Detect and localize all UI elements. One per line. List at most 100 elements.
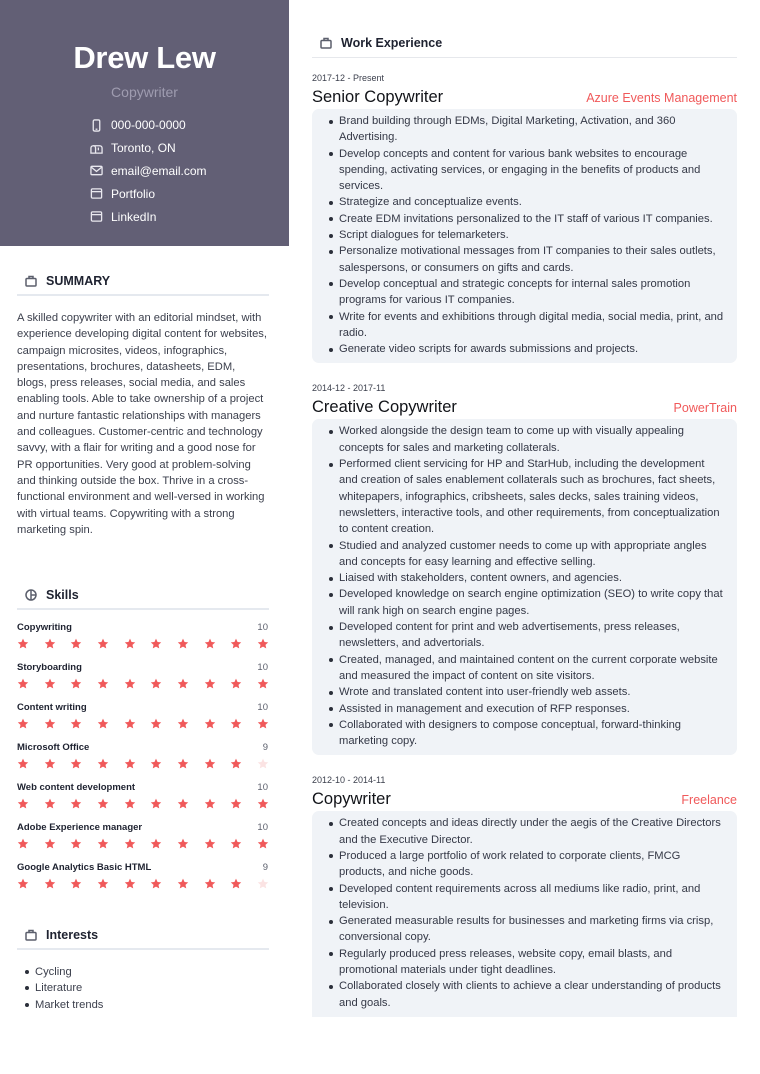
job-bullet: Generated measurable results for busines… xyxy=(329,913,725,946)
star-rating xyxy=(17,638,269,650)
skill-level: 10 xyxy=(257,782,268,793)
interest-item: Market trends xyxy=(25,997,269,1013)
star-filled-icon xyxy=(97,638,109,650)
job-bullet: Produced a large portfolio of work relat… xyxy=(329,848,725,881)
briefcase-icon xyxy=(25,929,37,941)
star-filled-icon xyxy=(230,678,242,690)
skills-section: Skills Copywriting 10 Storyboarding 10 Conte… xyxy=(0,582,289,902)
star-filled-icon xyxy=(17,678,29,690)
star-filled-icon xyxy=(70,798,82,810)
job-header: Creative Copywriter PowerTrain xyxy=(312,397,737,418)
star-filled-icon xyxy=(150,838,162,850)
job-bullets: Brand building through EDMs, Digital Mar… xyxy=(329,113,725,357)
skill-level: 9 xyxy=(262,742,268,753)
interest-item: Literature xyxy=(25,980,269,996)
star-filled-icon xyxy=(44,678,56,690)
star-filled-icon xyxy=(70,758,82,770)
star-rating xyxy=(17,718,269,730)
star-filled-icon xyxy=(177,638,189,650)
section-title: Skills xyxy=(46,588,79,602)
job-bullet: Regularly produced press releases, websi… xyxy=(329,946,725,979)
skill-name: Google Analytics Basic HTML xyxy=(17,862,152,873)
star-filled-icon xyxy=(97,678,109,690)
skill-item: Microsoft Office 9 xyxy=(17,742,269,782)
contact-label: LinkedIn xyxy=(111,209,157,224)
skill-name: Adobe Experience manager xyxy=(17,822,143,833)
job-bullet: Studied and analyzed customer needs to c… xyxy=(329,538,725,571)
star-filled-icon xyxy=(70,678,82,690)
job-bullets: Created concepts and ideas directly unde… xyxy=(329,815,725,1011)
star-filled-icon xyxy=(230,798,242,810)
job-bullet: Brand building through EDMs, Digital Mar… xyxy=(329,113,725,146)
job-date: 2012-10 - 2014-11 xyxy=(312,775,386,786)
star-filled-icon xyxy=(97,878,109,890)
skill-item: Content writing 10 xyxy=(17,702,269,742)
job-entry: 2012-10 - 2014-11 Copywriter Freelance Crea… xyxy=(312,774,737,1017)
job-bullet: Developed content requirements across al… xyxy=(329,881,725,914)
star-filled-icon xyxy=(150,718,162,730)
job-title: Senior Copywriter xyxy=(312,88,444,106)
star-filled-icon xyxy=(230,638,242,650)
star-filled-icon xyxy=(44,638,56,650)
job-bullet: Liaised with stakeholders, content owner… xyxy=(329,570,725,586)
job-date: 2017-12 - Present xyxy=(312,73,385,83)
job-bullet: Personalize motivational messages from I… xyxy=(329,243,725,276)
contact-label: Portfolio xyxy=(111,186,156,201)
skill-level: 9 xyxy=(262,862,268,873)
contact-list: 000-000-0000 Toronto, ON email@email.com… xyxy=(0,114,289,228)
profile-header: Drew Lew Copywriter 000-000-0000 Toronto… xyxy=(0,0,289,246)
job-header: Senior Copywriter Azure Events Management xyxy=(312,87,737,108)
interest-item: Cycling xyxy=(25,964,269,980)
summary-text: A skilled copywriter with an editorial m… xyxy=(17,312,268,536)
summary-section: SUMMARY A skilled copywriter with an edi… xyxy=(0,268,289,538)
star-filled-icon xyxy=(204,878,216,890)
star-filled-icon xyxy=(204,758,216,770)
star-filled-icon xyxy=(124,838,136,850)
contact-phone[interactable]: 000-000-0000 xyxy=(89,114,289,137)
job-bullet: Develop conceptual and strategic concept… xyxy=(329,276,725,309)
job-description: Created concepts and ideas directly unde… xyxy=(312,811,737,1017)
section-heading: Work Experience xyxy=(312,29,737,58)
star-filled-icon xyxy=(70,638,82,650)
star-filled-icon xyxy=(124,798,136,810)
star-filled-icon xyxy=(70,718,82,730)
star-filled-icon xyxy=(177,718,189,730)
contact-label: 000-000-0000 xyxy=(111,118,186,133)
contact-linkedin[interactable]: LinkedIn xyxy=(89,205,289,228)
section-title: Work Experience xyxy=(341,36,443,50)
contact-portfolio[interactable]: Portfolio xyxy=(89,182,289,205)
skill-name: Web content development xyxy=(17,782,136,793)
skill-level: 10 xyxy=(257,822,268,833)
skill-item: Storyboarding 10 xyxy=(17,662,269,702)
envelope-icon xyxy=(89,164,103,178)
contact-email[interactable]: email@email.com xyxy=(89,160,289,183)
skill-item: Copywriting 10 xyxy=(17,622,269,662)
browser-window-icon xyxy=(89,210,103,224)
star-filled-icon xyxy=(150,638,162,650)
star-filled-icon xyxy=(124,758,136,770)
company-name: PowerTrain xyxy=(673,401,737,416)
browser-window-icon xyxy=(89,187,103,201)
job-bullet: Assisted in management and execution of … xyxy=(329,701,725,717)
job-bullet: Create EDM invitations personalized to t… xyxy=(329,211,725,227)
skill-header: Web content development 10 xyxy=(17,782,269,794)
star-filled-icon xyxy=(177,678,189,690)
skill-header: Google Analytics Basic HTML 9 xyxy=(17,862,269,874)
star-filled-icon xyxy=(17,798,29,810)
job-entry: 2014-12 - 2017-11 Creative Copywriter Powe… xyxy=(312,382,737,756)
contact-label: email@email.com xyxy=(111,163,207,178)
star-filled-icon xyxy=(177,798,189,810)
contact-location[interactable]: Toronto, ON xyxy=(89,137,289,160)
star-filled-icon xyxy=(204,718,216,730)
skill-header: Storyboarding 10 xyxy=(17,662,269,674)
star-filled-icon xyxy=(44,758,56,770)
star-filled-icon xyxy=(70,878,82,890)
skill-level: 10 xyxy=(257,662,268,673)
job-bullet: Created, managed, and maintained content… xyxy=(329,652,725,685)
star-filled-icon xyxy=(44,878,56,890)
interests-section: Interests Cycling Literature Market tren… xyxy=(0,922,289,1013)
mailbox-icon xyxy=(89,141,103,155)
skill-header: Adobe Experience manager 10 xyxy=(17,822,269,834)
skill-item: Adobe Experience manager 10 xyxy=(17,822,269,862)
skill-header: Copywriting 10 xyxy=(17,622,269,634)
